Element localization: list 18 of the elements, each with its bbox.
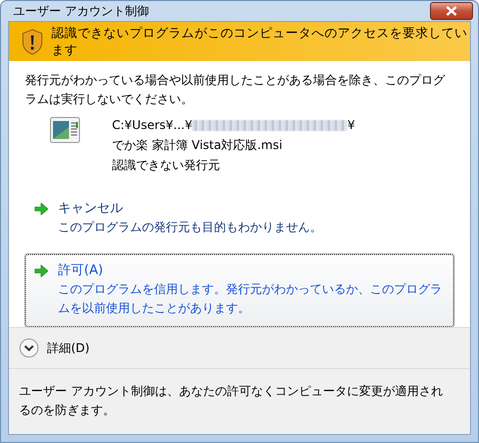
file-path: C:¥Users¥...¥: [112, 117, 192, 134]
command-link[interactable]: 許可(A) このプログラムを信用します。発行元がわかっているか、このプログラムを以前使用したことがあります。: [25, 254, 454, 327]
file-name: でか楽 家計簿 Vista対応版.msi: [112, 137, 284, 154]
footer-text: ユーザー アカウント制御は、あなたの許可なくコンピュータに変更が適用されるのを防ぎます。: [9, 369, 470, 434]
close-icon: [446, 6, 457, 16]
warning-message: 発行元がわかっている場合や以前使用したことがある場合を除き、このプログラムは実行しないでください。: [25, 72, 446, 108]
arrow-icon: [34, 203, 48, 215]
shield-warning-icon: [21, 28, 44, 56]
arrow-icon: [34, 265, 48, 277]
publisher-text: 認識できない発行元: [112, 157, 221, 174]
close-button[interactable]: [430, 2, 473, 20]
installer-file-icon: [50, 117, 80, 143]
command-link[interactable]: キャンセル このプログラムの発行元も目的もわかりません。: [25, 192, 454, 246]
banner-text: 認識できないプログラムがこのコンピュータへのアクセスを要求しています: [52, 24, 469, 58]
details-label[interactable]: 詳細(D): [47, 340, 90, 356]
expand-button[interactable]: [19, 338, 39, 358]
window-title: ユーザー アカウント制御: [13, 2, 149, 20]
file-path: ¥: [347, 117, 356, 134]
